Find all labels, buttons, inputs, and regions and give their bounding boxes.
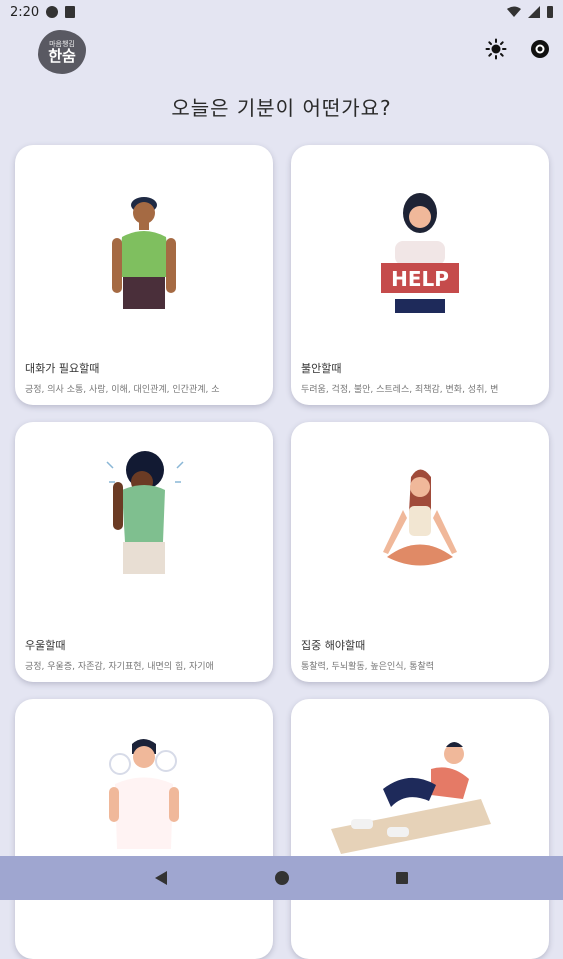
man-green-shirt-illustration bbox=[112, 197, 176, 309]
home-button[interactable] bbox=[272, 868, 292, 888]
mood-card-anger[interactable] bbox=[15, 699, 273, 959]
mood-card-conversation[interactable]: 대화가 필요할때 긍정, 의사 소통, 사랑, 이해, 대인관계, 인간관계, … bbox=[15, 145, 273, 405]
card-tags: 두려움, 걱정, 불안, 스트레스, 죄책감, 변화, 성취, 변 bbox=[301, 385, 499, 395]
mood-card-grid: 대화가 필요할때 긍정, 의사 소통, 사랑, 이해, 대인관계, 인간관계, … bbox=[0, 0, 563, 959]
card-tags: 긍정, 우울증, 자존감, 자기표현, 내면의 힘, 자기애 bbox=[25, 662, 214, 672]
mood-card-anxiety[interactable]: HELP 불안할때 두려움, 걱정, 불안, 스트레스, 죄책감, 변화, 성취… bbox=[291, 145, 549, 405]
distressed-woman-illustration bbox=[106, 451, 184, 574]
card-title: 대화가 필요할때 bbox=[25, 362, 100, 375]
home-circle-icon bbox=[275, 871, 289, 885]
card-title: 집중 해야할때 bbox=[301, 639, 366, 652]
recents-square-icon bbox=[396, 872, 408, 884]
back-triangle-icon bbox=[155, 871, 167, 885]
card-title: 불안할때 bbox=[301, 362, 342, 375]
card-tags: 긍정, 의사 소통, 사랑, 이해, 대인관계, 인간관계, 소 bbox=[25, 385, 220, 395]
card-title: 우울할때 bbox=[25, 639, 66, 652]
meditating-woman-illustration bbox=[383, 469, 457, 566]
recents-button[interactable] bbox=[392, 868, 412, 888]
back-button[interactable] bbox=[151, 868, 171, 888]
woman-help-sign-illustration: HELP bbox=[381, 193, 459, 313]
svg-text:HELP: HELP bbox=[391, 267, 449, 291]
navigation-bar bbox=[0, 856, 563, 900]
mood-card-exercise[interactable] bbox=[291, 699, 549, 959]
mood-card-focus[interactable]: 집중 해야할때 통찰력, 두뇌활동, 높은인식, 통찰력 bbox=[291, 422, 549, 682]
mood-card-depression[interactable]: 우울할때 긍정, 우울증, 자존감, 자기표현, 내면의 힘, 자기애 bbox=[15, 422, 273, 682]
card-tags: 통찰력, 두뇌활동, 높은인식, 통찰력 bbox=[301, 662, 435, 672]
